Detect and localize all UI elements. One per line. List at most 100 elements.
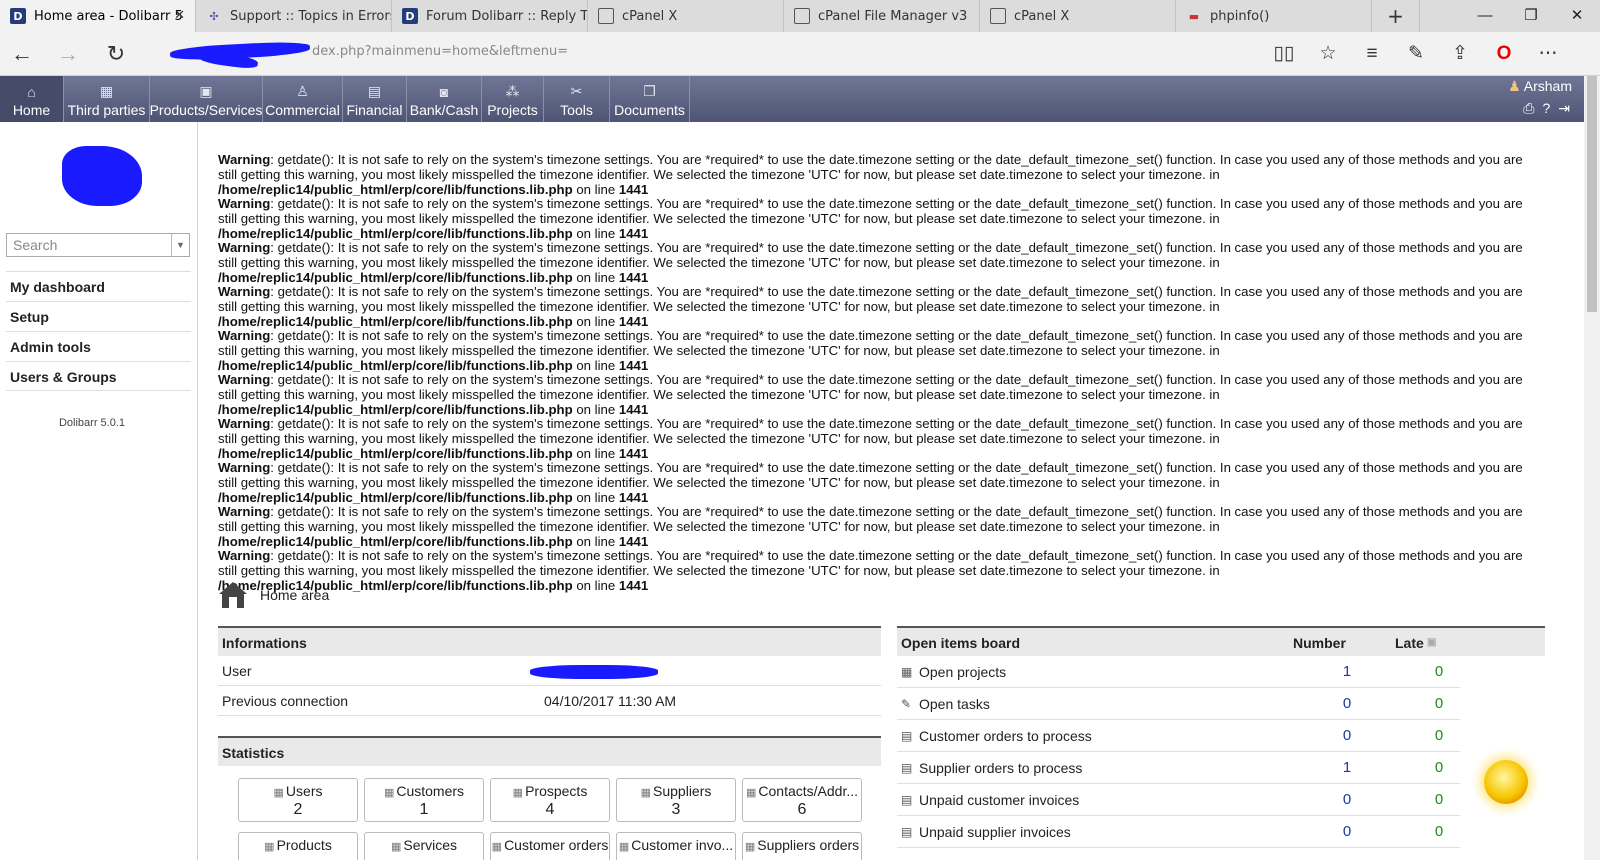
open-item-late[interactable]: 0	[1429, 816, 1449, 848]
warning-line: 1441	[618, 358, 649, 373]
hub-icon[interactable]: ≡	[1350, 42, 1394, 66]
reading-view-icon[interactable]: ▯▯	[1262, 42, 1306, 66]
search-select[interactable]: Search ▼	[6, 233, 190, 257]
warning-text: : getdate(): It is not safe to rely on t…	[218, 328, 1523, 358]
menu-home[interactable]: ⌂ Home	[0, 76, 64, 122]
more-icon[interactable]: ⋯	[1526, 42, 1570, 66]
open-item-icon: ▤	[901, 793, 913, 807]
menu-products-services[interactable]: ▣ Products/Services	[150, 76, 263, 122]
menu-financial[interactable]: ▤ Financial	[343, 76, 407, 122]
menu-bank-cash[interactable]: ◙ Bank/Cash	[407, 76, 482, 122]
chevron-down-icon[interactable]: ▼	[171, 234, 189, 256]
stat-icon: ▦	[264, 841, 275, 853]
tab-cpanel-x[interactable]: cPanel X	[588, 0, 784, 32]
menu-label: Home	[12, 102, 51, 118]
page-scrollbar[interactable]	[1584, 76, 1600, 860]
stat-label: Suppliers	[653, 783, 712, 799]
open-item-late[interactable]: 0	[1429, 752, 1449, 784]
open-item-label[interactable]: Unpaid supplier invoices	[919, 824, 1071, 840]
open-item-number[interactable]: 0	[1337, 688, 1357, 720]
tab-cpanel-file-manager[interactable]: cPanel File Manager v3	[784, 0, 980, 32]
open-item-late[interactable]: 0	[1429, 720, 1449, 752]
tab-support-forum[interactable]: ✣ Support :: Topics in Errors /	[196, 0, 392, 32]
new-tab-button[interactable]: +	[1372, 0, 1420, 32]
tab-dolibarr-home[interactable]: D Home area - Dolibarr 5 ✕	[0, 0, 196, 32]
stat-box[interactable]: ▦ Customers 1	[364, 778, 484, 822]
stat-box[interactable]: ▦ Suppliers orders	[742, 832, 862, 860]
tools-icon: ✂	[570, 83, 583, 99]
help-icon[interactable]: ▣	[1427, 628, 1436, 658]
menu-projects[interactable]: ⁂ Projects	[482, 76, 544, 122]
tab-title: Forum Dolibarr :: Reply Top	[426, 8, 588, 24]
minimize-button[interactable]: —	[1462, 0, 1508, 32]
person-icon: ♙	[296, 83, 309, 99]
left-menu-setup[interactable]: Setup	[6, 301, 191, 331]
tab-forum-reply[interactable]: D Forum Dolibarr :: Reply Top	[392, 0, 588, 32]
stat-value: 4	[545, 801, 555, 818]
share-icon[interactable]: ⇪	[1438, 42, 1482, 66]
open-item-label[interactable]: Open tasks	[919, 696, 990, 712]
open-items-header: Open items board Number Late ▣	[897, 626, 1545, 656]
stat-box[interactable]: ▦ Customer orders	[490, 832, 610, 860]
php-icon: ▬	[1188, 9, 1200, 23]
restore-button[interactable]: ❐	[1508, 0, 1554, 32]
open-item-late[interactable]: 0	[1429, 688, 1449, 720]
refresh-button[interactable]: ↻	[102, 40, 130, 68]
open-item-late[interactable]: 0	[1429, 784, 1449, 816]
open-item-label[interactable]: Open projects	[919, 664, 1006, 680]
url-field[interactable]: dex.php?mainmenu=home&leftmenu=	[312, 44, 568, 59]
stat-box[interactable]: ▦ Suppliers 3	[616, 778, 736, 822]
stat-value: 3	[671, 801, 681, 818]
logout-icon[interactable]: ⇥	[1558, 100, 1570, 117]
tab-title: cPanel X	[622, 8, 678, 24]
open-item-number[interactable]: 1	[1337, 752, 1357, 784]
open-item-late[interactable]: 0	[1429, 656, 1449, 688]
stat-box[interactable]: ▦ Users 2	[238, 778, 358, 822]
back-button[interactable]: ←	[8, 40, 36, 68]
stat-box[interactable]: ▦ Services	[364, 832, 484, 860]
open-item-label[interactable]: Supplier orders to process	[919, 760, 1082, 776]
menu-documents[interactable]: ❐ Documents	[610, 76, 690, 122]
print-icon[interactable]: ⎙	[1523, 100, 1534, 117]
stat-box[interactable]: ▦ Contacts/Addr... 6	[742, 778, 862, 822]
opera-extension-icon[interactable]: O	[1482, 42, 1526, 66]
page-icon	[794, 8, 810, 24]
scrollbar-thumb[interactable]	[1587, 76, 1597, 312]
stat-label: Services	[403, 837, 458, 853]
warning-text: : getdate(): It is not safe to rely on t…	[218, 416, 1523, 446]
tab-title: phpinfo()	[1210, 8, 1270, 24]
stat-icon: ▦	[745, 787, 757, 799]
open-item-label[interactable]: Unpaid customer invoices	[919, 792, 1079, 808]
tab-cpanel-x-2[interactable]: cPanel X	[980, 0, 1176, 32]
forward-button[interactable]: →	[54, 40, 82, 68]
close-window-button[interactable]: ✕	[1554, 0, 1600, 32]
favorite-star-icon[interactable]: ☆	[1306, 42, 1350, 66]
stat-icon: ▦	[273, 787, 284, 799]
web-note-icon[interactable]: ✎	[1394, 42, 1438, 66]
info-row-previous-connection: Previous connection 04/10/2017 11:30 AM	[218, 686, 881, 716]
close-tab-icon[interactable]: ✕	[174, 8, 185, 23]
open-item-row: ▤ Unpaid supplier invoices 0 0	[897, 816, 1460, 848]
menu-label: Products/Services	[149, 102, 263, 118]
stat-box[interactable]: ▦ Customer invo...	[616, 832, 736, 860]
menu-third-parties[interactable]: ▦ Third parties	[64, 76, 150, 122]
open-item-number[interactable]: 0	[1337, 784, 1357, 816]
stat-box[interactable]: ▦ Products	[238, 832, 358, 860]
left-menu-users-groups[interactable]: Users & Groups	[6, 361, 191, 391]
open-item-number[interactable]: 0	[1337, 816, 1357, 848]
open-item-number[interactable]: 0	[1337, 720, 1357, 752]
stat-box[interactable]: ▦ Prospects 4	[490, 778, 610, 822]
open-item-number[interactable]: 1	[1337, 656, 1357, 688]
menu-commercial[interactable]: ♙ Commercial	[263, 76, 343, 122]
open-item-label[interactable]: Customer orders to process	[919, 728, 1092, 744]
warning-line: 1441	[618, 402, 649, 417]
user-login[interactable]: ♟ Arsham	[1508, 78, 1572, 95]
left-menu-my-dashboard[interactable]: My dashboard	[6, 271, 191, 301]
page-icon	[598, 8, 614, 24]
tab-phpinfo[interactable]: ▬ phpinfo()	[1176, 0, 1372, 32]
help-icon[interactable]: ?	[1542, 100, 1550, 117]
menu-tools[interactable]: ✂ Tools	[544, 76, 610, 122]
project-icon: ⁂	[505, 83, 520, 99]
left-menu-admin-tools[interactable]: Admin tools	[6, 331, 191, 361]
tab-title: cPanel File Manager v3	[818, 8, 968, 24]
